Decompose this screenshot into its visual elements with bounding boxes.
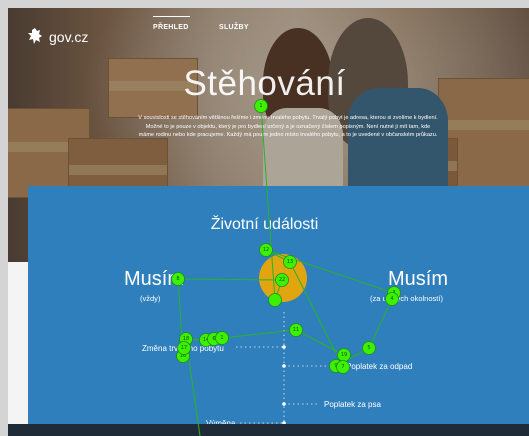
left-gutter — [0, 0, 8, 436]
event-dog-fee[interactable]: Poplatek za psa — [324, 400, 381, 409]
screenshot-stage: gov.cz PŘEHLED SLUŽBY Stěhování V souvis… — [0, 0, 529, 436]
events-timeline — [236, 312, 340, 436]
page-footer-bar — [8, 424, 529, 436]
event-waste-fee[interactable]: Poplatek za odpad — [346, 362, 412, 371]
timeline-dot — [282, 402, 286, 406]
timeline-dot — [282, 364, 286, 368]
timeline-dot — [282, 345, 286, 349]
top-gutter — [0, 0, 529, 8]
event-change-residence[interactable]: Změna trvalého pobytu — [142, 344, 224, 353]
